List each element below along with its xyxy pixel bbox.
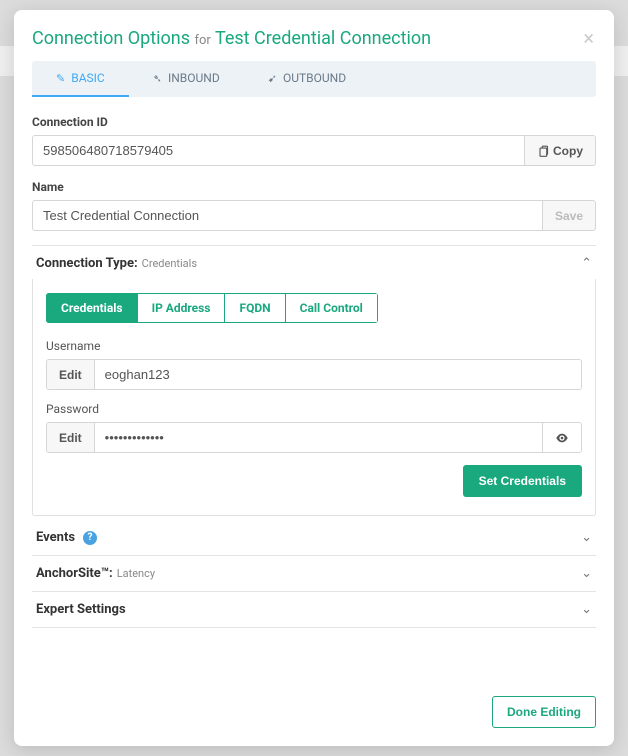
outbound-icon: ➹ [268,72,277,85]
name-input[interactable] [32,200,543,231]
top-tabs: ✎ BASIC ➴ INBOUND ➹ OUTBOUND [32,61,596,97]
subtab-call-control[interactable]: Call Control [285,293,378,323]
username-field: Username Edit [46,339,582,390]
anchorsite-title: AnchorSite™: Latency [36,566,155,581]
tab-outbound-label: OUTBOUND [283,71,346,85]
expert-settings-title: Expert Settings [36,602,126,617]
connection-type-value: Credentials [142,257,197,270]
title-connection-name: Test Credential Connection [215,28,431,49]
pencil-icon: ✎ [56,72,65,85]
modal-footer: Done Editing [14,684,614,746]
tab-inbound-label: INBOUND [168,71,220,85]
password-label: Password [46,402,582,416]
connection-type-tabs: Credentials IP Address FQDN Call Control [46,293,378,323]
tab-basic-label: BASIC [71,71,105,85]
tab-basic[interactable]: ✎ BASIC [32,61,129,97]
anchorsite-value: Latency [117,567,155,580]
copy-button[interactable]: Copy [525,135,596,166]
subtab-fqdn[interactable]: FQDN [224,293,284,323]
copy-icon [537,145,549,157]
subtab-ip-address[interactable]: IP Address [137,293,225,323]
password-field: Password Edit [46,402,582,453]
events-header[interactable]: Events ? ⌄ [32,520,596,556]
connection-type-header[interactable]: Connection Type: Credentials ⌃ [32,245,596,279]
username-edit-button[interactable]: Edit [47,360,95,389]
chevron-up-icon: ⌃ [581,256,592,271]
eye-icon [555,431,569,445]
events-label: Events [36,530,75,545]
title-for: for [195,33,211,48]
chevron-down-icon: ⌄ [581,566,592,581]
expert-settings-header[interactable]: Expert Settings ⌄ [32,592,596,628]
modal-body: ✎ BASIC ➴ INBOUND ➹ OUTBOUND Connection … [14,61,614,684]
connection-id-group: Connection ID Copy [32,115,596,166]
name-label: Name [32,180,596,194]
password-input[interactable] [95,423,542,452]
subtab-credentials[interactable]: Credentials [46,293,137,323]
anchorsite-header[interactable]: AnchorSite™: Latency ⌄ [32,556,596,592]
name-group: Name Save [32,180,596,231]
save-name-button[interactable]: Save [543,200,596,231]
chevron-down-icon: ⌄ [581,602,592,617]
connection-id-label: Connection ID [32,115,596,129]
anchorsite-label: AnchorSite™: [36,566,113,581]
modal-title: Connection Options for Test Credential C… [32,28,431,49]
set-credentials-button[interactable]: Set Credentials [463,465,582,497]
connection-id-input[interactable] [32,135,525,166]
save-label: Save [555,209,583,223]
done-editing-button[interactable]: Done Editing [492,696,596,728]
tab-outbound[interactable]: ➹ OUTBOUND [244,61,370,97]
modal-header: Connection Options for Test Credential C… [14,10,614,61]
password-edit-button[interactable]: Edit [47,423,95,452]
chevron-down-icon: ⌄ [581,530,592,545]
toggle-password-visibility[interactable] [542,423,581,452]
close-button[interactable]: × [573,28,594,48]
username-input[interactable] [95,360,581,389]
events-title: Events ? [36,530,97,545]
connection-type-body: Credentials IP Address FQDN Call Control… [32,279,596,516]
username-label: Username [46,339,582,353]
connection-type-label: Connection Type: [36,256,138,271]
tab-inbound[interactable]: ➴ INBOUND [129,61,244,97]
help-icon[interactable]: ? [83,531,97,545]
inbound-icon: ➴ [153,72,162,85]
title-prefix: Connection Options [32,28,190,49]
connection-type-title: Connection Type: Credentials [36,256,197,271]
expert-settings-label: Expert Settings [36,602,126,617]
copy-label: Copy [553,144,583,158]
connection-options-modal: Connection Options for Test Credential C… [14,10,614,746]
